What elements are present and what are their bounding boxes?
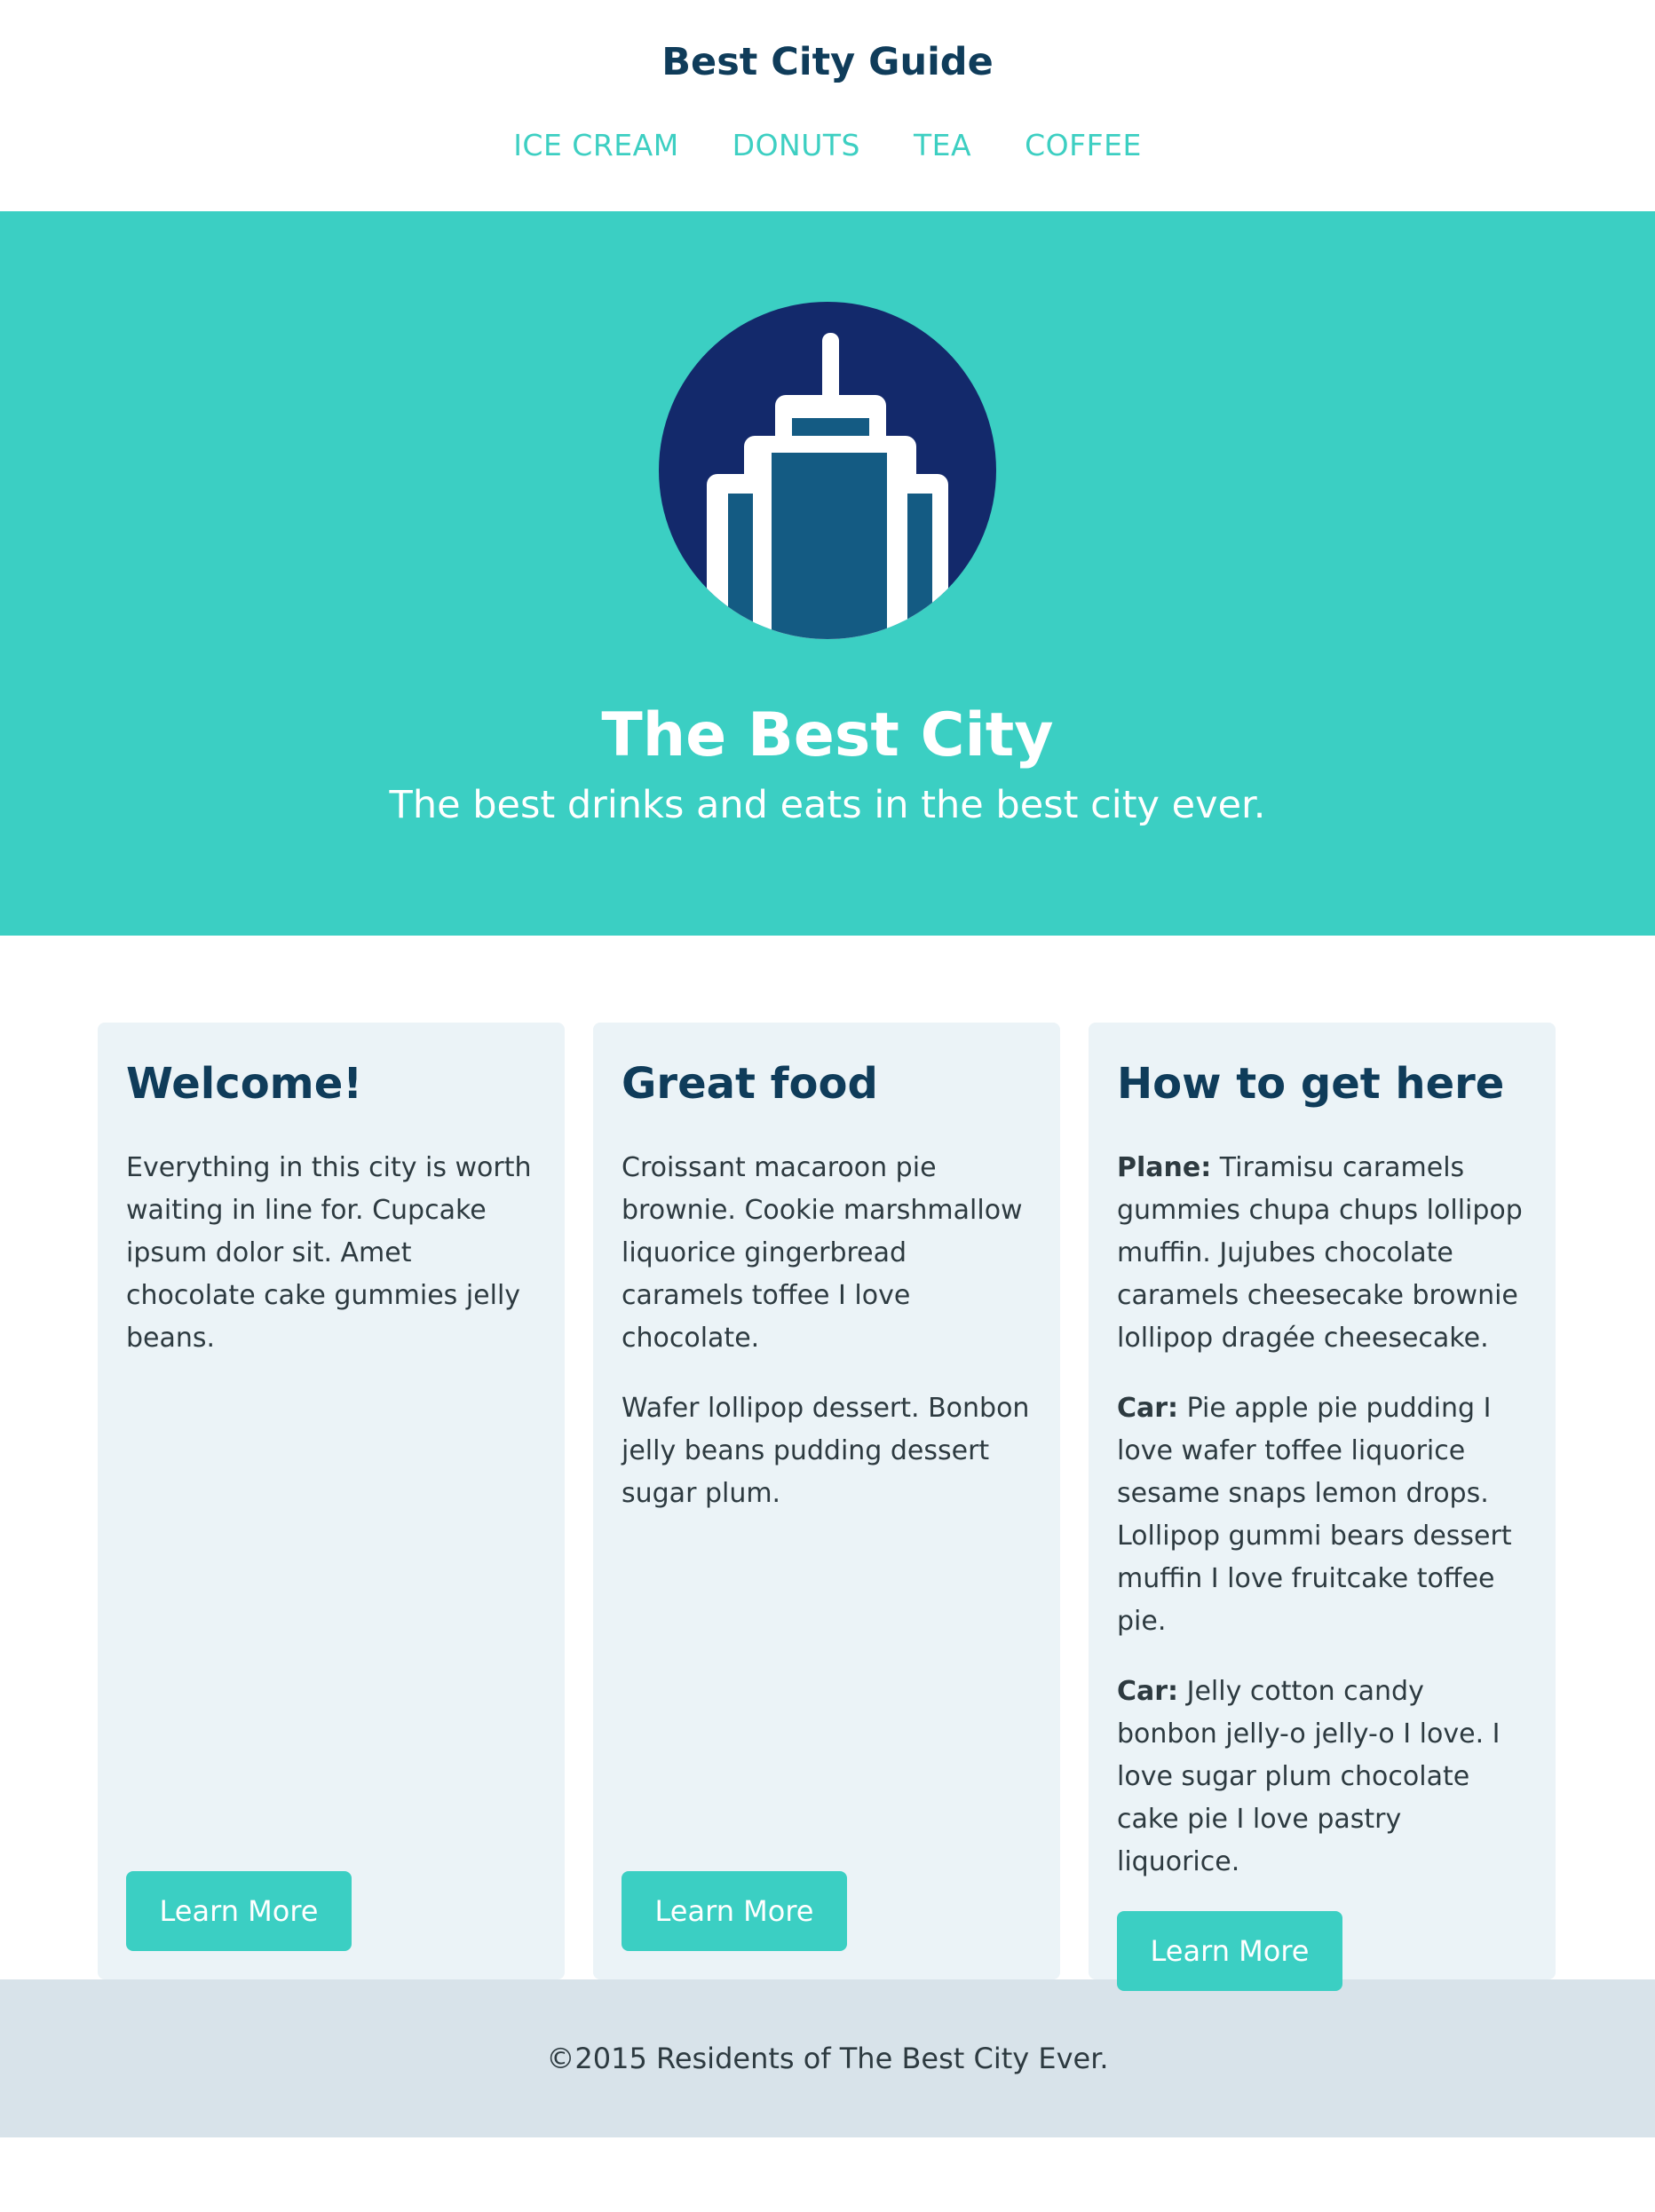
card-title: How to get here — [1117, 1059, 1505, 1109]
hero-banner: The Best City The best drinks and eats i… — [0, 211, 1655, 936]
hero-title: The Best City — [601, 700, 1054, 770]
copyright-text: ©2015 Residents of The Best City Ever. — [546, 2042, 1109, 2075]
transport-plane: Plane: Tiramisu caramels gummies chupa c… — [1117, 1147, 1527, 1360]
transport-car: Car: Pie apple pie pudding I love wafer … — [1117, 1387, 1527, 1643]
content-cards: Welcome! Everything in this city is wort… — [0, 936, 1655, 1991]
learn-more-button[interactable]: Learn More — [126, 1871, 352, 1951]
site-title: Best City Guide — [661, 40, 994, 84]
great-food-card: Great food Croissant macaroon pie browni… — [593, 1023, 1060, 1979]
nav-donuts[interactable]: DONUTS — [732, 128, 860, 163]
card-paragraph: Croissant macaroon pie brownie. Cookie m… — [622, 1152, 1023, 1354]
how-to-get-here-card: How to get here Plane: Tiramisu caramels… — [1089, 1023, 1556, 1991]
transport-car: Car: Jelly cotton candy bonbon jelly-o j… — [1117, 1671, 1527, 1884]
nav-ice-cream[interactable]: ICE CREAM — [513, 128, 678, 163]
transport-label: Plane: — [1117, 1152, 1212, 1183]
card-title: Great food — [622, 1059, 878, 1109]
city-building-icon — [659, 302, 996, 639]
transport-description: Pie apple pie pudding I love wafer toffe… — [1117, 1393, 1512, 1637]
welcome-card: Welcome! Everything in this city is wort… — [98, 1023, 565, 1979]
transport-label: Car: — [1117, 1393, 1179, 1424]
nav-tea[interactable]: TEA — [914, 128, 971, 163]
learn-more-button[interactable]: Learn More — [1117, 1911, 1342, 1991]
transport-label: Car: — [1117, 1676, 1179, 1707]
nav-coffee[interactable]: COFFEE — [1025, 128, 1142, 163]
card-paragraph: Everything in this city is worth waiting… — [126, 1152, 532, 1354]
main-nav: ICE CREAM DONUTS TEA COFFEE — [0, 128, 1655, 163]
card-paragraph: Wafer lollipop dessert. Bonbon jelly bea… — [622, 1393, 1030, 1509]
site-header: Best City Guide ICE CREAM DONUTS TEA COF… — [0, 0, 1655, 211]
hero-subtitle: The best drinks and eats in the best cit… — [389, 783, 1266, 827]
card-title: Welcome! — [126, 1059, 363, 1109]
learn-more-button[interactable]: Learn More — [622, 1871, 847, 1951]
site-footer: ©2015 Residents of The Best City Ever. — [0, 1979, 1655, 2137]
